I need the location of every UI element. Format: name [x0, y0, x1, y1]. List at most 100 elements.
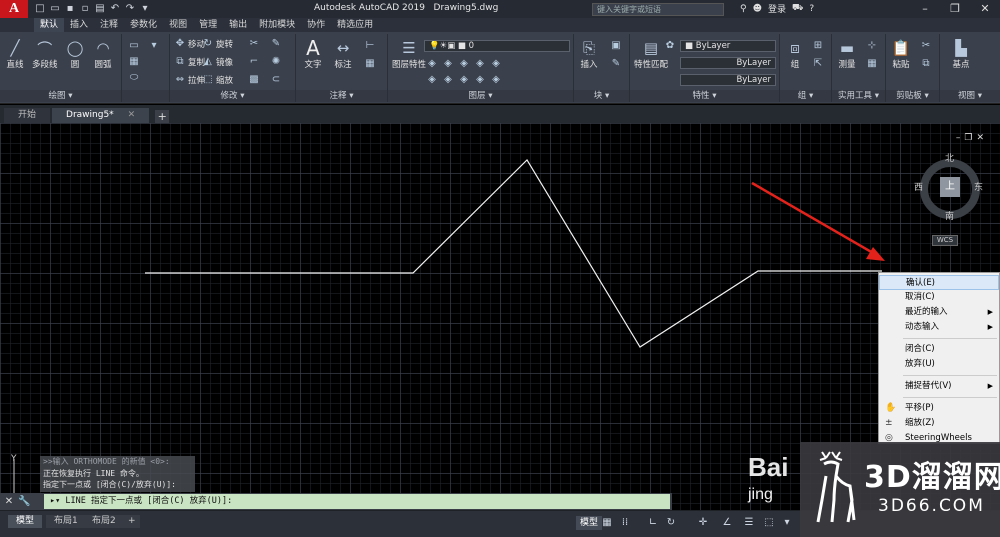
layout-tab-layout2[interactable]: 布局2 [84, 515, 124, 528]
close-icon[interactable]: ✕ [128, 110, 136, 120]
add-layout-button[interactable]: + [124, 515, 140, 528]
command-input[interactable]: ▸▾ LINE 指定下一点或 [闭合(C) 放弃(U)]: [44, 494, 670, 509]
app-logo[interactable]: A [0, 0, 28, 18]
menu-item-snap-override[interactable]: 捕捉替代(V) ▶ [879, 379, 999, 394]
panel-title[interactable]: 视图 ▾ [940, 90, 1000, 102]
open-file-icon[interactable]: ▭ [49, 3, 61, 15]
menu-item-pan[interactable]: ✋ 平移(P) [879, 401, 999, 416]
edit-block-icon[interactable]: ✎ [610, 58, 622, 70]
tab-output[interactable]: 输出 [223, 18, 253, 32]
polyline-tool[interactable]: ⌒ 多段线 [32, 38, 58, 71]
table-icon[interactable]: ▦ [364, 58, 376, 70]
save-as-icon[interactable]: ▫ [79, 3, 91, 15]
cart-icon[interactable]: ⛟ [792, 3, 803, 14]
help-icon[interactable]: ? [809, 4, 814, 14]
layout-tab-model[interactable]: 模型 [8, 515, 43, 528]
erase-icon[interactable]: ✎ [270, 38, 282, 50]
layer-tool-icon[interactable]: ◈ [474, 74, 486, 86]
new-tab-button[interactable]: + [155, 110, 170, 123]
layer-dropdown[interactable]: 💡☀▣ ■ 0 [424, 40, 570, 52]
panel-title[interactable]: 组 ▾ [780, 90, 831, 102]
layout-tab-layout1[interactable]: 布局1 [46, 515, 86, 528]
viewcube-top[interactable]: 上 [940, 177, 960, 197]
panel-title[interactable]: 修改 ▾ [170, 90, 295, 102]
ellipse-icon[interactable]: ⬭ [128, 72, 140, 84]
layer-tool-icon[interactable]: ◈ [490, 58, 502, 70]
chevron-down-icon[interactable]: ▸▾ [50, 496, 60, 506]
calculator-icon[interactable]: ▦ [866, 58, 878, 70]
undo-icon[interactable]: ↶ [109, 3, 121, 15]
chevron-down-icon[interactable]: ▾ [780, 515, 794, 531]
layer-tool-icon[interactable]: ◈ [458, 74, 470, 86]
chevron-down-icon[interactable]: ▾ [148, 40, 160, 52]
menu-item-close[interactable]: 闭合(C) [879, 342, 999, 357]
osnap-icon[interactable]: ✛ [696, 515, 710, 531]
layer-tool-icon[interactable]: ◈ [442, 58, 454, 70]
tab-featured-apps[interactable]: 精选应用 [331, 18, 379, 32]
viewport-close-icon[interactable]: ✕ [976, 133, 984, 143]
ungroup-icon[interactable]: ⊞ [812, 40, 824, 52]
menu-item-undo[interactable]: 放弃(U) [879, 357, 999, 372]
rectangle-icon[interactable]: ▭ [128, 40, 140, 52]
mirror-tool[interactable]: ◭ 镜像 [202, 56, 233, 68]
maximize-icon[interactable]: ❐ [940, 0, 970, 18]
wcs-menu[interactable]: WCS [932, 235, 958, 246]
viewport-restore-icon[interactable]: ❐ [964, 133, 972, 143]
panel-title[interactable]: 剪贴板 ▾ [886, 90, 939, 102]
viewport-minimize-icon[interactable]: – [956, 133, 961, 143]
tab-collaborate[interactable]: 协作 [301, 18, 331, 32]
lineweight-icon[interactable]: ☰ [742, 515, 756, 531]
tab-drawing5[interactable]: Drawing5* ✕ [52, 108, 150, 123]
layer-tool-icon[interactable]: ◈ [474, 58, 486, 70]
panel-title[interactable]: 块 ▾ [574, 90, 629, 102]
close-icon[interactable]: ✕ [970, 0, 1000, 18]
minimize-icon[interactable]: – [910, 0, 940, 18]
lineweight-dropdown[interactable]: ByLayer [680, 74, 776, 86]
stretch-tool[interactable]: ⇔ 拉伸 [174, 74, 205, 86]
menu-item-dynamic-input[interactable]: 动态输入 ▶ [879, 320, 999, 335]
insert-tool[interactable]: ⎘ 插入 [578, 38, 600, 70]
id-point-icon[interactable]: ⊹ [866, 40, 878, 52]
paste-tool[interactable]: 📋 粘贴 [890, 38, 912, 70]
panel-title[interactable]: 绘图 ▾ [0, 90, 121, 102]
line-tool[interactable]: ╱ 直线 [4, 38, 26, 70]
layer-properties-tool[interactable]: ☰ 图层特性 [392, 38, 426, 70]
compass-south[interactable]: 南 [945, 209, 954, 222]
create-block-icon[interactable]: ▣ [610, 40, 622, 52]
otrack-icon[interactable]: ∠ [720, 515, 734, 531]
polyline-shape[interactable] [145, 159, 882, 348]
new-file-icon[interactable]: □ [34, 3, 46, 15]
copy-icon[interactable]: ⧉ [920, 58, 932, 70]
measure-tool[interactable]: ▬ 测量 [836, 38, 858, 70]
binoculars-icon[interactable]: ⚲ [740, 4, 747, 14]
dimension-tool[interactable]: ↔ 标注 [332, 38, 354, 70]
compass-east[interactable]: 东 [974, 180, 983, 193]
panel-title[interactable]: 实用工具 ▾ [832, 90, 885, 102]
wrench-icon[interactable]: 🔧 [18, 496, 30, 507]
tab-view[interactable]: 视图 [163, 18, 193, 32]
redo-icon[interactable]: ↷ [124, 3, 136, 15]
trim-icon[interactable]: ✂ [248, 38, 260, 50]
layer-tool-icon[interactable]: ◈ [458, 58, 470, 70]
text-tool[interactable]: A 文字 [302, 36, 324, 70]
arc-tool[interactable]: ◠ 圆弧 [92, 38, 114, 70]
snap-icon[interactable]: ⁞⁞ [618, 515, 632, 531]
chevron-down-icon[interactable]: ▾ [139, 3, 151, 15]
explode-icon[interactable]: ✺ [270, 56, 282, 68]
menu-item-cancel[interactable]: 取消(C) [879, 290, 999, 305]
compass-west[interactable]: 西 [914, 180, 923, 193]
fillet-icon[interactable]: ⌐ [248, 56, 260, 68]
model-space-button[interactable]: 模型 [576, 516, 603, 530]
login-button[interactable]: 登录 [768, 2, 786, 15]
tab-addins[interactable]: 附加模块 [253, 18, 301, 32]
panel-title[interactable]: 特性 ▾ [630, 90, 779, 102]
color-wheel-icon[interactable]: ✿ [664, 40, 676, 52]
group-tool[interactable]: ⧈ 组 [784, 38, 806, 70]
transparency-icon[interactable]: ⬚ [762, 515, 776, 531]
layer-tool-icon[interactable]: ◈ [426, 74, 438, 86]
rotate-tool[interactable]: ↻ 旋转 [202, 38, 233, 50]
polar-icon[interactable]: ↻ [664, 515, 678, 531]
copy-tool[interactable]: ⧉ 复制 [174, 56, 205, 68]
search-input[interactable]: 键入关键字或短语 [592, 3, 724, 16]
scale-tool[interactable]: ⬚ 缩放 [202, 74, 233, 86]
